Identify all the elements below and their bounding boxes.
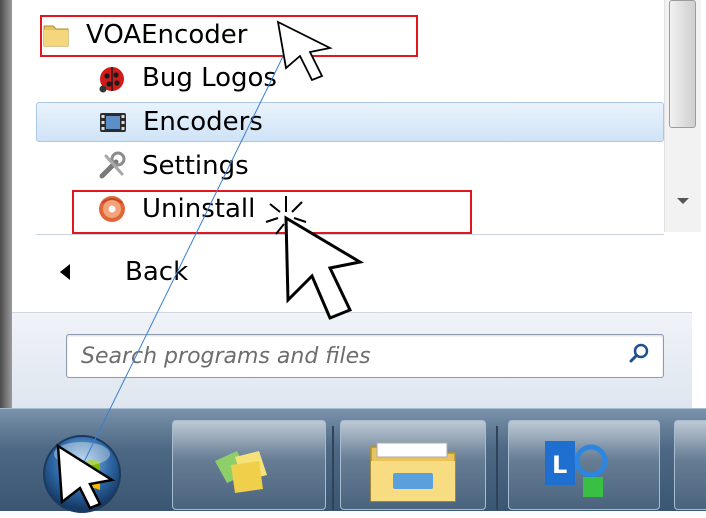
mouse-cursor-top-icon (276, 20, 333, 82)
mouse-cursor-start-icon (56, 443, 116, 510)
annotation-connector-line (83, 37, 293, 463)
annotation-overlay (56, 20, 365, 510)
mouse-cursor-main-icon (284, 215, 365, 320)
